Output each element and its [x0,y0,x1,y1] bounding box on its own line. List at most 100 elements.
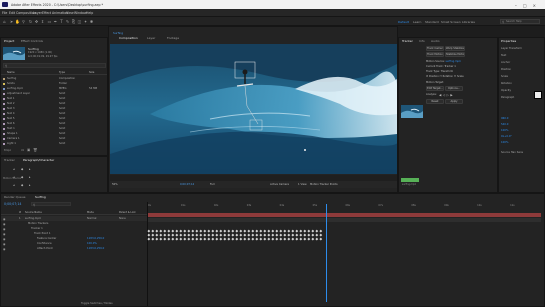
track-motion-button[interactable]: Track Motion [426,52,444,57]
orbit-icon[interactable]: ↻ [28,19,33,24]
keyframe[interactable] [231,229,234,232]
property-value-row[interactable]: 960.0 [501,116,545,121]
keyframe[interactable] [247,233,250,236]
property-section[interactable]: Rotation [501,81,545,86]
tab-audio[interactable]: Audio [431,39,440,43]
property-section[interactable]: Anchor [501,60,545,65]
tab-render-queue[interactable]: Render Queue [4,195,26,199]
keyframe[interactable] [171,229,174,232]
keyframe[interactable] [243,229,246,232]
stabilize-motion-button[interactable]: Stabilize Motion [445,52,465,57]
keyframe[interactable] [171,237,174,240]
menu-help[interactable]: Help [86,11,93,15]
keyframe[interactable] [151,233,154,236]
keyframe[interactable] [195,229,198,232]
property-value[interactable]: 540.0 [501,123,508,126]
tab-surfing-comp[interactable]: Surfing [35,195,46,199]
keyframe[interactable] [227,233,230,236]
keyframe[interactable] [207,229,210,232]
workspace-default[interactable]: Default [398,20,409,24]
align-left-3-icon[interactable]: ◂ [13,183,15,187]
workspace-libraries[interactable]: Libraries [462,20,475,24]
layer-row[interactable]: ◉ Tracker 1 [1,226,147,231]
eye-icon[interactable]: ◉ [3,237,5,241]
project-item[interactable]: Null 4 Solid [1,111,107,116]
resolution-select[interactable]: Full [210,183,214,186]
layer-row[interactable]: ◉ Track Point 1 [1,231,147,236]
keyframe[interactable] [239,229,242,232]
layer-bar-trackers[interactable] [148,218,541,222]
layer-row[interactable]: ◉ Attach Point 1183.0,256.0 [1,246,147,251]
composition-frame[interactable] [110,44,397,174]
keyframe[interactable] [175,229,178,232]
scale-checkbox[interactable]: ☐ [454,75,456,78]
eye-icon[interactable]: ◉ [3,227,5,231]
hand-icon[interactable]: ✋ [15,19,20,24]
keyframe[interactable] [275,237,278,240]
keyframe[interactable] [307,237,310,240]
keyframe[interactable] [239,233,242,236]
selection-icon[interactable]: ➤ [9,19,14,24]
layer-row[interactable]: ◉ Feature Center 1183.0,256.0 [1,236,147,241]
edit-target-button[interactable]: Edit Target... [426,86,444,91]
keyframe[interactable] [231,233,234,236]
layer-row[interactable]: ◉ 1 surfing.mp4 Normal None [1,216,147,221]
column-mode[interactable]: Mode [87,211,94,214]
keyframe[interactable] [223,233,226,236]
keyframe[interactable] [147,237,150,240]
puppet-icon[interactable]: ✱ [89,19,94,24]
keyframe[interactable] [147,229,150,232]
comp-name-tab[interactable]: Surfing [113,31,123,35]
keyframe[interactable] [247,229,250,232]
delete-icon[interactable]: 🗑 [33,148,37,152]
tab-tracker[interactable]: Tracker [402,39,413,43]
menu-effect[interactable]: Effect [42,11,51,15]
keyframe[interactable] [311,229,314,232]
keyframe[interactable] [315,237,318,240]
column-type[interactable]: Type [59,71,65,74]
keyframe[interactable] [215,233,218,236]
keyframe[interactable] [235,233,238,236]
keyframe[interactable] [231,237,234,240]
keyframe[interactable] [203,233,206,236]
tab-info[interactable]: Info [419,39,425,43]
keyframe[interactable] [191,237,194,240]
keyframe[interactable] [163,229,166,232]
keyframe[interactable] [195,233,198,236]
keyframe[interactable] [235,229,238,232]
type-icon[interactable]: T [59,19,64,24]
motion-source-value[interactable]: surfing.mp4 [446,60,461,63]
keyframe[interactable] [271,233,274,236]
menu-file[interactable]: File [2,11,7,15]
property-value[interactable]: 100% [501,141,508,144]
keyframe[interactable] [191,229,194,232]
layer-mode[interactable]: 1183.0,256.0 [87,237,104,240]
track-type-value[interactable]: Transform [441,70,453,73]
keyframe[interactable] [223,237,226,240]
tab-tracker-left[interactable]: Tracker [4,158,15,162]
rotation-checkbox[interactable]: ☐ [440,75,442,78]
property-value-row[interactable]: 540.0 [501,122,545,127]
project-item[interactable]: Surfing Composition [1,76,107,81]
menu-view[interactable]: View [66,11,74,15]
keyframe[interactable] [199,233,202,236]
rectangle-icon[interactable]: ▭ [47,19,52,24]
keyframe[interactable] [215,229,218,232]
track-camera-button[interactable]: Track Camera [426,46,444,51]
keyframe[interactable] [255,233,258,236]
align-center-3-icon[interactable]: ◆ [21,183,23,187]
keyframe[interactable] [207,237,210,240]
keyframe[interactable] [159,237,162,240]
project-item[interactable]: Null 6 Solid [1,121,107,126]
keyframe[interactable] [211,237,214,240]
keyframe[interactable] [303,233,306,236]
column-parent[interactable]: Parent & Link [119,211,136,214]
keyframe[interactable] [279,233,282,236]
keyframe[interactable] [267,229,270,232]
property-value-row[interactable]: 100% [501,128,545,133]
keyframe[interactable] [195,237,198,240]
home-icon[interactable]: ⌂ [2,19,7,24]
minimize-icon[interactable]: – [515,3,523,8]
keyframe[interactable] [155,229,158,232]
analyze-controls[interactable]: ◀◁▷▶ [439,93,454,97]
